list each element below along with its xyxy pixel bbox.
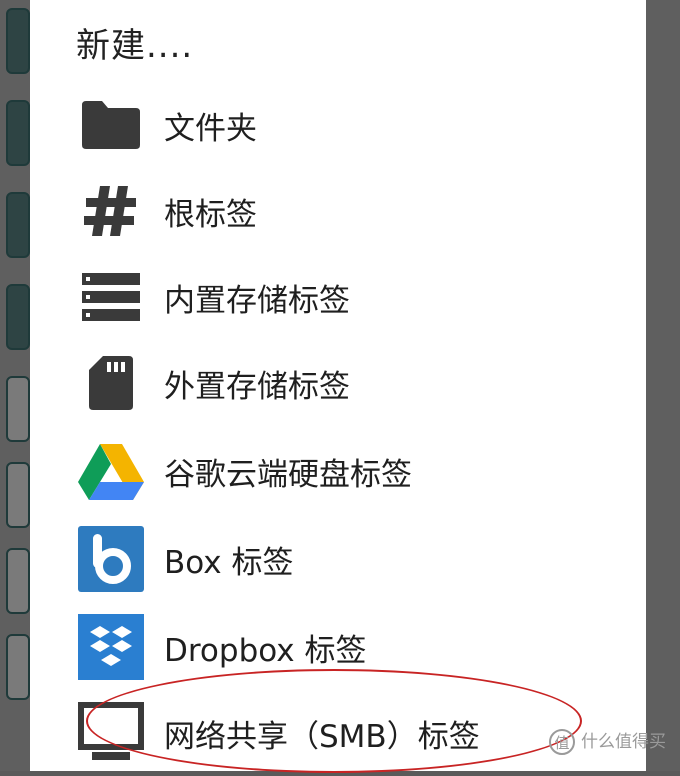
menu-item-label: 根标签	[164, 196, 257, 233]
menu-item-external-storage[interactable]: 外置存储标签	[30, 340, 646, 426]
background-item	[6, 634, 30, 700]
menu-item-root[interactable]: 根标签	[30, 168, 646, 254]
hash-icon	[78, 178, 144, 244]
dropbox-icon	[78, 614, 144, 680]
sd-card-icon	[78, 350, 144, 416]
box-icon	[78, 526, 144, 592]
menu-item-box[interactable]: Box 标签	[30, 516, 646, 602]
watermark-text: 什么值得买	[581, 732, 666, 752]
dialog-title: 新建....	[76, 26, 194, 66]
background-item	[6, 192, 30, 258]
menu-item-folder[interactable]: 文件夹	[30, 82, 646, 168]
menu-item-label: 内置存储标签	[164, 282, 350, 319]
background-item	[6, 376, 30, 442]
internal-storage-icon	[78, 264, 144, 330]
background-item	[6, 284, 30, 350]
new-item-dialog: 新建.... 文件夹 根标签 内置存储标签 外置存储标签 谷歌云端硬盘标签 Bo…	[30, 0, 646, 773]
background-item	[6, 462, 30, 528]
highlight-annotation	[86, 669, 582, 773]
background-item	[6, 8, 30, 74]
menu-item-internal-storage[interactable]: 内置存储标签	[30, 254, 646, 340]
menu-item-label: 文件夹	[164, 110, 257, 147]
menu-item-label: Box 标签	[164, 544, 294, 581]
menu-item-google-drive[interactable]: 谷歌云端硬盘标签	[30, 428, 646, 514]
background-item	[6, 100, 30, 166]
background-list-right	[646, 0, 680, 771]
google-drive-icon	[78, 438, 144, 504]
background-item	[6, 548, 30, 614]
menu-item-label: Dropbox 标签	[164, 632, 367, 669]
watermark-logo-icon: 值	[549, 729, 575, 755]
menu-item-label: 谷歌云端硬盘标签	[164, 456, 412, 493]
watermark: 值什么值得买	[549, 727, 666, 755]
folder-icon	[78, 92, 144, 158]
menu-item-label: 外置存储标签	[164, 368, 350, 405]
